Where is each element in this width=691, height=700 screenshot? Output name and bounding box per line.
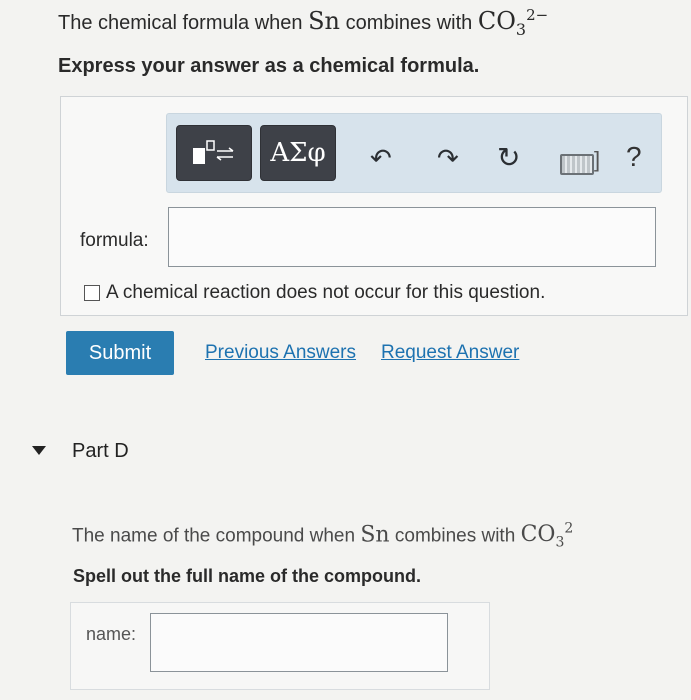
name-input[interactable] <box>150 613 448 672</box>
part-collapse-caret-icon[interactable] <box>32 446 46 455</box>
part-d-question-prefix: The name of the compound when <box>72 525 361 547</box>
instruction-text: Express your answer as a chemical formul… <box>58 55 480 77</box>
reset-icon[interactable]: ↻ <box>497 144 520 172</box>
symbols-button[interactable]: ΑΣφ <box>260 125 336 181</box>
name-label: name: <box>86 624 137 644</box>
redo-icon[interactable]: ↷ <box>437 145 459 171</box>
templates-button[interactable] <box>176 125 252 181</box>
part-d-question-text: The name of the compound when Sn combine… <box>72 521 573 551</box>
keyboard-icon[interactable] <box>560 154 594 175</box>
part-d-element-symbol: Sn <box>360 522 390 548</box>
request-answer-link[interactable]: Request Answer <box>381 342 519 364</box>
part-d-instruction: Spell out the full name of the compound. <box>73 566 421 586</box>
part-d-ion-charge: 2 <box>564 521 574 537</box>
ion-subscript: 3 <box>515 19 527 39</box>
part-d-title[interactable]: Part D <box>72 440 129 463</box>
question-prefix: The chemical formula when <box>58 12 309 34</box>
submit-button[interactable]: Submit <box>66 331 174 375</box>
templates-icon <box>193 140 234 164</box>
element-symbol: Sn <box>308 7 341 35</box>
formula-label: formula: <box>80 230 149 251</box>
question-text: The chemical formula when Sn combines wi… <box>58 6 548 39</box>
part-d-ion-base: CO <box>520 522 556 548</box>
part-d-ion-formula: CO32 <box>520 521 574 551</box>
no-reaction-label: A chemical reaction does not occur for t… <box>106 282 546 303</box>
part-d-ion-subscript: 3 <box>555 534 565 551</box>
no-reaction-checkbox[interactable] <box>84 285 100 301</box>
formula-input[interactable] <box>168 207 656 267</box>
keyboard-bracket: ] <box>594 147 601 172</box>
ion-base: CO <box>477 7 516 35</box>
help-icon[interactable]: ? <box>626 143 642 171</box>
part-d-question-mid: combines with <box>389 525 521 547</box>
ion-formula: CO32− <box>477 6 549 39</box>
ion-charge: 2− <box>526 6 549 24</box>
no-reaction-option[interactable]: A chemical reaction does not occur for t… <box>84 282 545 304</box>
question-mid: combines with <box>340 12 478 34</box>
previous-answers-link[interactable]: Previous Answers <box>205 342 356 364</box>
undo-icon[interactable]: ↶ <box>370 145 392 171</box>
